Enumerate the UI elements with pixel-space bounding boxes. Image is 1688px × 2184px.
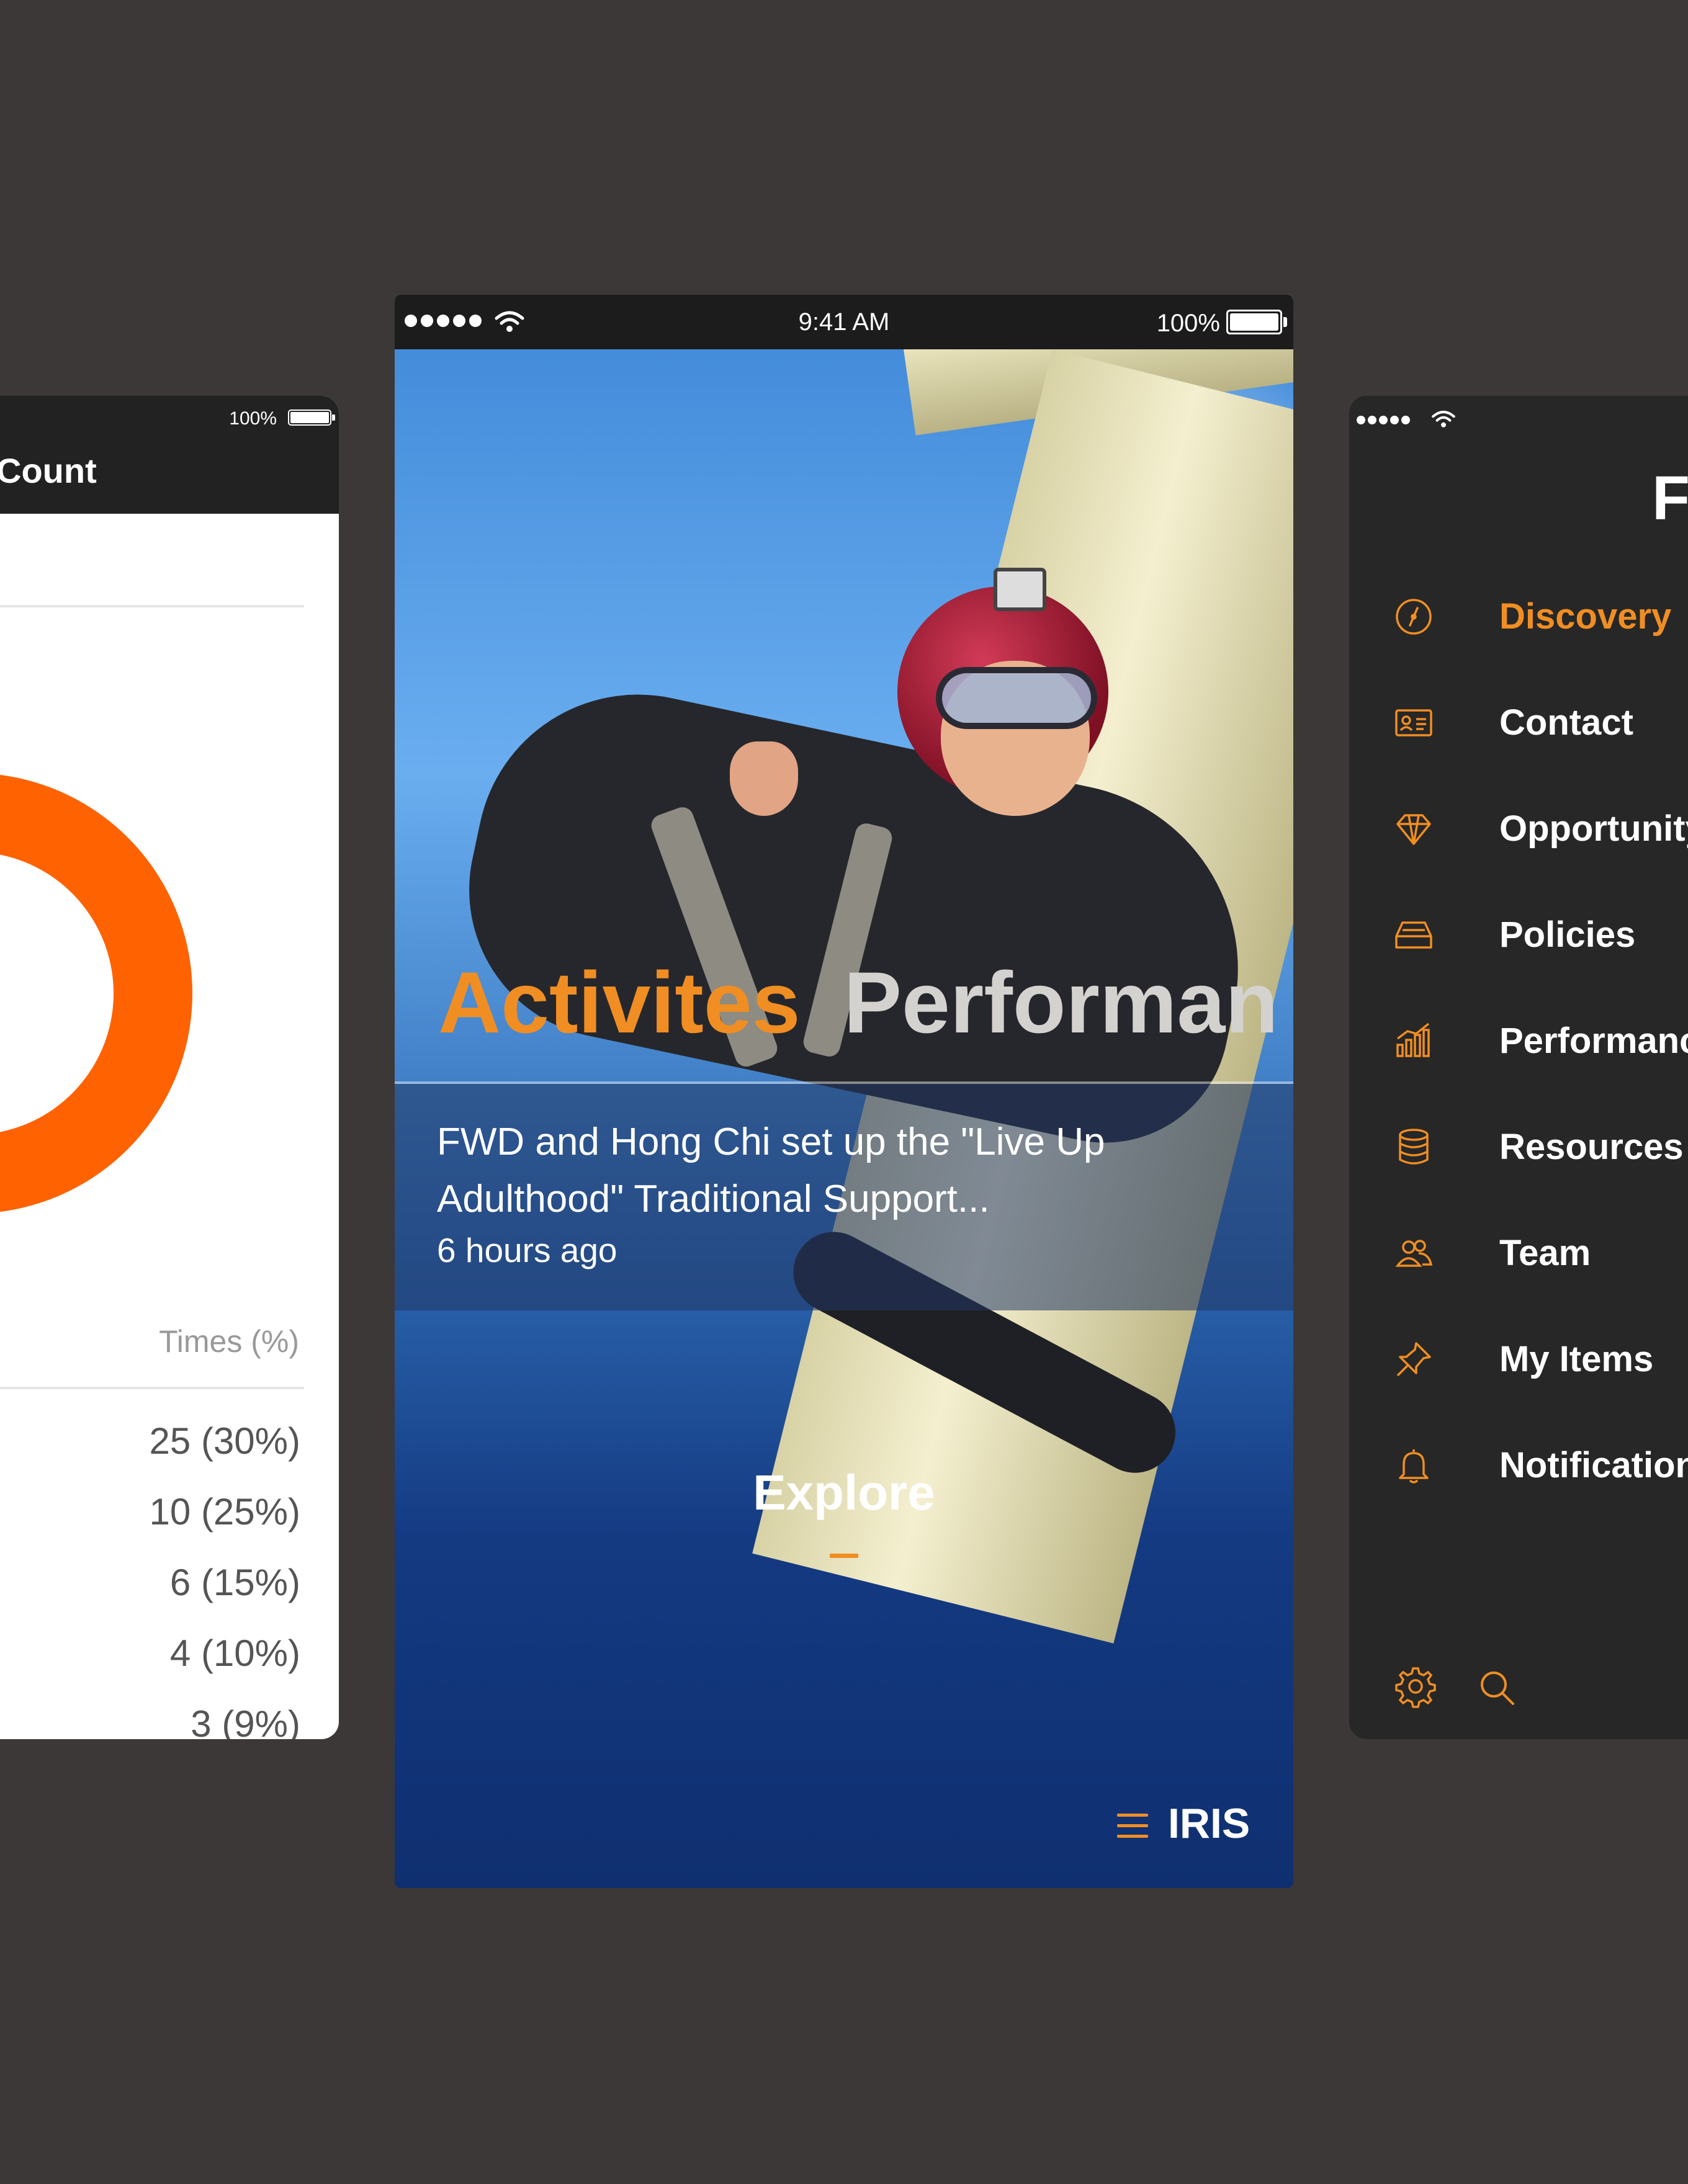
status-bar: 9:41 AM 100%: [395, 295, 1293, 349]
inbox-tray-icon: [1395, 921, 1432, 949]
news-timestamp: 6 hours ago: [437, 1231, 617, 1269]
menu-item-label: Notification: [1499, 1445, 1688, 1485]
center-phone-screen: 9:41 AM 100% Activites Performan FWD and …: [395, 295, 1293, 1888]
news-headline[interactable]: FWD and Hong Chi set up the "Live Up Adu…: [437, 1114, 1213, 1228]
gear-icon[interactable]: [1394, 1665, 1437, 1708]
action-camera-image: [994, 568, 1046, 611]
signal-dots-icon: [1357, 416, 1410, 424]
category-tabs: Activites Performan: [438, 952, 1278, 1053]
diamond-icon: [1396, 814, 1431, 845]
list-item: 25 (30%): [149, 1420, 300, 1462]
menu-item-label: Discovery: [1499, 596, 1672, 637]
explore-button[interactable]: Explore: [395, 1464, 1293, 1521]
battery-percentage: 100%: [229, 408, 277, 429]
menu-item-label: Team: [1499, 1233, 1591, 1273]
team-icon: [1395, 1240, 1433, 1267]
header-title: F: [1652, 463, 1688, 533]
left-phone-screen: 100% Count Times (%) 25 (30%) 10 (25%) 6…: [0, 396, 339, 1739]
donut-chart: [0, 773, 192, 1214]
menu-item-label: Performance: [1499, 1021, 1688, 1061]
list-item: 3 (9%): [191, 1703, 300, 1739]
list-item: 6 (15%): [169, 1562, 300, 1603]
menu-item-label: Resources: [1499, 1127, 1684, 1167]
skydiver-hand-image: [730, 741, 798, 816]
battery-percentage: 100%: [1156, 310, 1220, 337]
screen-header: Count: [0, 427, 339, 514]
menu-item-label: Policies: [1499, 915, 1636, 955]
status-bar: 100%: [0, 396, 339, 429]
battery-icon: [1226, 310, 1287, 334]
menu-item-label: Opportunity: [1499, 808, 1688, 849]
column-header-times: Times (%): [159, 1324, 299, 1359]
pin-icon: [1396, 1342, 1431, 1377]
bell-icon: [1399, 1449, 1429, 1484]
right-phone-screen: F Discovery Contact Opportunity Policies: [1349, 396, 1688, 1739]
battery-icon: [288, 410, 335, 426]
donut-segment-orange[interactable]: [0, 773, 192, 1214]
search-icon[interactable]: [1477, 1668, 1517, 1707]
page-title: Count: [0, 451, 97, 490]
explore-underline: [830, 1554, 858, 1558]
hamburger-menu-icon[interactable]: [1116, 1809, 1153, 1843]
compass-icon: [1396, 599, 1432, 635]
goggles-image: [936, 667, 1097, 729]
bar-chart-icon: [1396, 1023, 1430, 1057]
list-item: 10 (25%): [149, 1491, 300, 1533]
list-item: 4 (10%): [169, 1632, 300, 1674]
brand-logo-text: IRIS: [1168, 1800, 1250, 1847]
contact-card-icon: [1395, 709, 1432, 736]
tab-performance[interactable]: Performan: [844, 954, 1278, 1051]
divider: [0, 1387, 304, 1389]
menu-item-label: Contact: [1499, 702, 1633, 743]
menu-item-label: My Items: [1499, 1339, 1654, 1379]
database-icon: [1399, 1129, 1429, 1165]
tab-activites[interactable]: Activites: [438, 954, 801, 1051]
wifi-icon: [1432, 411, 1455, 427]
stats-list: 25 (30%) 10 (25%) 6 (15%) 4 (10%) 3 (9%): [150, 1420, 300, 1739]
divider: [0, 605, 304, 607]
